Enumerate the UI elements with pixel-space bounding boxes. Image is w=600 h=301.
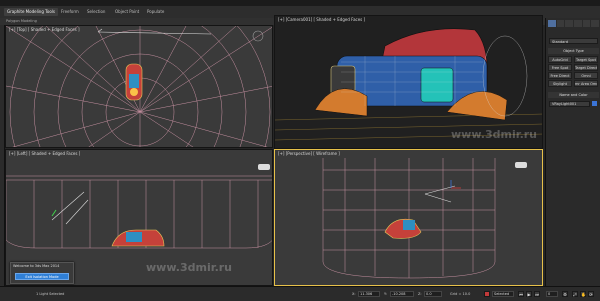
- app-window: Graphite Modeling Tools Freeform Selecti…: [0, 0, 600, 301]
- play-icon[interactable]: ▶: [526, 291, 532, 297]
- viewport-label-left[interactable]: [+] [Left] [ Shaded + Edged Faces ]: [9, 151, 80, 156]
- z-coordinate-field[interactable]: 0.0: [424, 291, 442, 297]
- dialog-title: Welcome to 3ds Max 2014: [13, 264, 60, 268]
- object-color-swatch[interactable]: [592, 101, 597, 106]
- modify-tab-icon[interactable]: [556, 20, 565, 27]
- x-coordinate-field[interactable]: 11.306: [358, 291, 380, 297]
- selection-status: 1 Light Selected: [36, 292, 65, 296]
- target-direct-button[interactable]: Target Direct: [574, 64, 598, 71]
- watermark-camera: www.3dmir.ru: [451, 128, 538, 141]
- orbit-icon[interactable]: ⟳: [588, 291, 594, 297]
- viewport-camera[interactable]: [+] [Camera001] [ Shaded + Edged Faces ]…: [274, 15, 543, 149]
- y-coordinate-field[interactable]: -10.208: [390, 291, 414, 297]
- category-dropdown[interactable]: Standard: [549, 38, 598, 44]
- tab-freeform[interactable]: Freeform: [58, 8, 82, 16]
- tab-selection[interactable]: Selection: [84, 8, 108, 16]
- key-mode-dropdown[interactable]: Selected: [492, 291, 514, 297]
- status-bar: 1 Light Selected X: 11.306 Y: -10.208 Z:…: [0, 286, 600, 301]
- object-name-field[interactable]: VRayLight001: [549, 101, 590, 107]
- perspective-view-scene: [322, 158, 527, 279]
- tab-populate[interactable]: Populate: [144, 8, 167, 16]
- skylight-button[interactable]: Skylight: [548, 80, 572, 87]
- motion-tab-icon[interactable]: [574, 20, 582, 27]
- go-to-start-icon[interactable]: ⏮: [518, 291, 524, 297]
- y-label: Y:: [384, 292, 387, 296]
- viewport-perspective[interactable]: [+] [Perspective] [ Wireframe ]: [274, 149, 543, 286]
- exit-isolation-button[interactable]: Exit Isolation Mode: [15, 273, 69, 280]
- free-direct-button[interactable]: Free Direct: [548, 72, 572, 79]
- current-frame-field[interactable]: 0: [546, 291, 558, 297]
- target-spot-button[interactable]: Target Spot: [574, 56, 598, 63]
- name-and-color-rollout[interactable]: Name and Color: [548, 92, 599, 98]
- utilities-tab-icon[interactable]: [591, 20, 600, 27]
- x-label: X:: [352, 292, 356, 296]
- time-config-icon[interactable]: ⚙: [562, 291, 568, 297]
- watermark-left: www.3dmir.ru: [146, 261, 233, 274]
- grid-size-status: Grid = 10.0: [450, 292, 471, 296]
- viewport-label-top[interactable]: [+] [Top] [ Shaded + Edged Faces ]: [9, 27, 80, 32]
- hierarchy-tab-icon[interactable]: [565, 20, 574, 27]
- zoom-extents-icon[interactable]: ⤢: [572, 291, 578, 297]
- viewport-label-camera[interactable]: [+] [Camera001] [ Shaded + Edged Faces ]: [278, 17, 365, 22]
- go-to-end-icon[interactable]: ⏭: [534, 291, 540, 297]
- display-tab-icon[interactable]: [582, 20, 591, 27]
- autogrid-button[interactable]: AutoGrid: [548, 56, 572, 63]
- viewport-label-perspective[interactable]: [+] [Perspective] [ Wireframe ]: [278, 151, 340, 156]
- z-label: Z:: [418, 292, 422, 296]
- command-panel-tabs: [548, 20, 600, 27]
- top-view-scene: [6, 26, 272, 147]
- mr-area-omni-button[interactable]: mr Area Omni: [574, 80, 598, 87]
- omni-button[interactable]: Omni: [574, 72, 598, 79]
- free-spot-button[interactable]: Free Spot: [548, 64, 572, 71]
- pan-icon[interactable]: ✋: [580, 291, 586, 297]
- create-tab-icon[interactable]: [548, 20, 556, 27]
- auto-key-button[interactable]: [484, 291, 490, 297]
- tab-graphite-modeling-tools[interactable]: Graphite Modeling Tools: [4, 8, 59, 16]
- welcome-dialog: Welcome to 3ds Max 2014 Exit Isolation M…: [10, 262, 74, 284]
- object-type-rollout[interactable]: Object Type: [548, 48, 599, 54]
- tab-object-paint[interactable]: Object Paint: [112, 8, 142, 16]
- command-panel: Standard Object Type AutoGrid Target Spo…: [545, 18, 600, 286]
- viewport-top[interactable]: [+] [Top] [ Shaded + Edged Faces ]: [5, 25, 273, 148]
